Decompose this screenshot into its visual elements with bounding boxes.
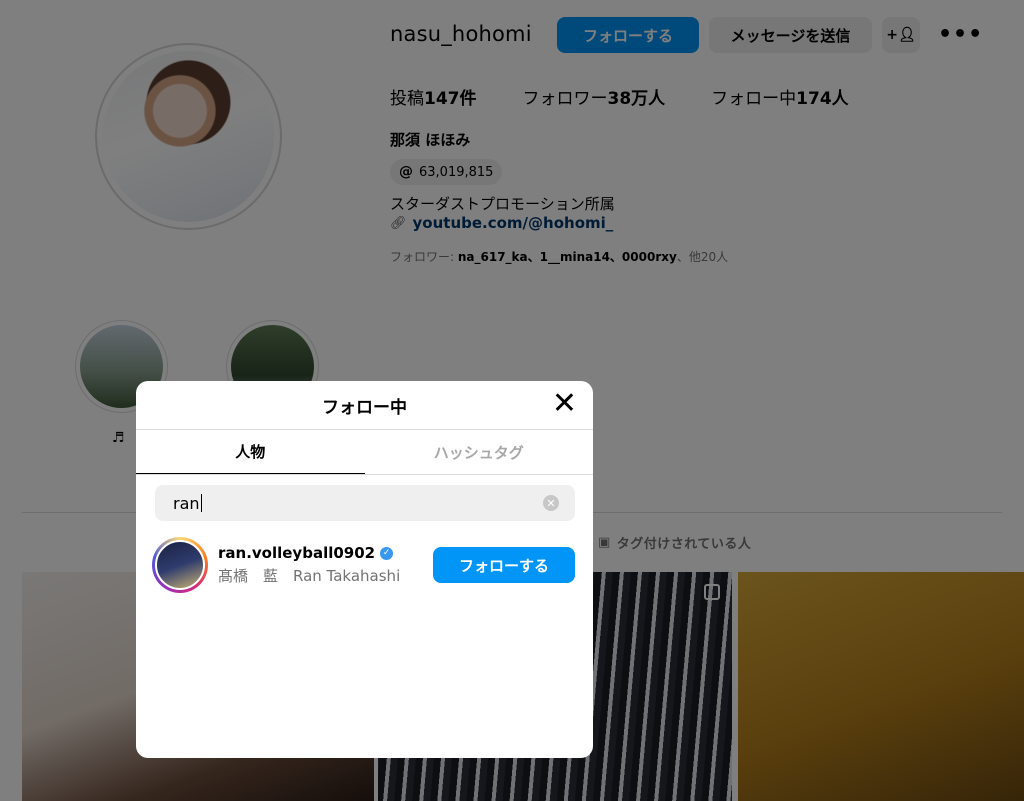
modal-tabs: 人物 ハッシュタグ bbox=[136, 430, 593, 475]
clear-search-icon[interactable]: ✕ bbox=[543, 495, 559, 511]
story-ring[interactable] bbox=[152, 537, 208, 593]
list-item[interactable]: ran.volleyball0902 ✓ 髙橋 藍 Ran Takahashi … bbox=[152, 537, 577, 595]
search-input[interactable]: ran ✕ bbox=[155, 485, 575, 521]
result-full-name: 髙橋 藍 Ran Takahashi bbox=[218, 567, 401, 585]
verified-badge-icon: ✓ bbox=[380, 546, 394, 560]
text-caret bbox=[200, 494, 202, 512]
result-follow-button[interactable]: フォローする bbox=[433, 547, 575, 583]
following-modal: フォロー中 ✕ 人物 ハッシュタグ ran ✕ ran.volleyball09… bbox=[136, 381, 593, 758]
tab-hashtags[interactable]: ハッシュタグ bbox=[365, 430, 594, 474]
search-input-value[interactable]: ran bbox=[173, 494, 200, 513]
modal-header: フォロー中 ✕ bbox=[136, 381, 593, 430]
tab-people[interactable]: 人物 bbox=[136, 430, 365, 474]
result-username[interactable]: ran.volleyball0902 ✓ bbox=[218, 544, 394, 562]
modal-title: フォロー中 bbox=[322, 397, 407, 418]
avatar bbox=[155, 540, 205, 590]
close-icon[interactable]: ✕ bbox=[552, 389, 577, 419]
